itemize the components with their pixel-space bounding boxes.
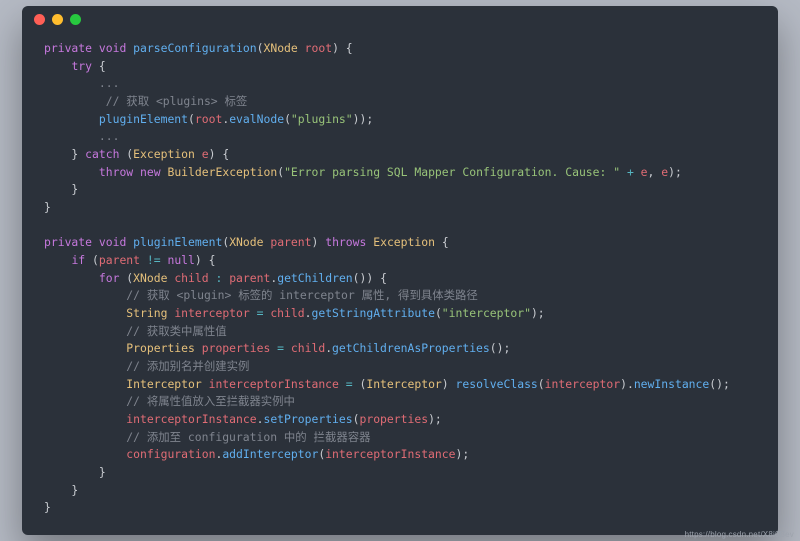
comment-plugin-attr: // 获取 <plugin> 标签的 interceptor 属性, 得到具体类… [126,288,478,302]
str-plugins: "plugins" [291,112,353,126]
op-ne: != [147,253,161,267]
kw-throw: throw [99,165,133,179]
comment-add-config: // 添加至 configuration 中的 拦截器容器 [126,430,370,444]
op-eq1: = [257,306,264,320]
kw-try: try [71,59,92,73]
fn-getStringAttribute: getStringAttribute [311,306,434,320]
param-root2: root [195,112,222,126]
fn-pluginElement: pluginElement [133,235,222,249]
op-eq3: = [346,377,353,391]
var-interceptorInstance: interceptorInstance [209,377,339,391]
kw-catch: catch [85,147,119,161]
param-parent: parent [270,235,311,249]
ellipsis2: ... [99,129,120,143]
kw-if: if [71,253,85,267]
fn-pluginElement-call: pluginElement [99,112,188,126]
comment-alias: // 添加别名并创建实例 [126,359,249,373]
param-child3: child [291,341,325,355]
zoom-icon[interactable] [70,14,81,25]
param-root: root [305,41,332,55]
param-parent3: parent [229,271,270,285]
param-properties2: properties [359,412,428,426]
minimize-icon[interactable] [52,14,63,25]
kw-for: for [99,271,120,285]
titlebar [22,6,778,34]
param-parent2: parent [99,253,140,267]
kw-new: new [140,165,161,179]
kw-private: private [44,41,92,55]
var-interceptorInstance2: interceptorInstance [126,412,256,426]
type-XNode: XNode [263,41,297,55]
kw-throws: throws [325,235,366,249]
kw-void2: void [99,235,126,249]
param-e: e [202,147,209,161]
param-interceptor2: interceptor [545,377,620,391]
var-configuration: configuration [126,447,215,461]
param-child: child [174,271,208,285]
var-interceptor: interceptor [174,306,249,320]
type-Exception2: Exception [373,235,435,249]
fn-resolveClass: resolveClass [456,377,538,391]
type-Properties: Properties [126,341,195,355]
code-area: private void parseConfiguration(XNode ro… [22,34,778,535]
fn-parseConfiguration: parseConfiguration [133,41,256,55]
type-XNode3: XNode [133,271,167,285]
kw-private2: private [44,235,92,249]
comment-set-props: // 将属性值放入至拦截器实例中 [126,394,295,408]
ellipsis: ... [99,76,120,90]
op-colon: : [215,271,222,285]
param-e2: e [641,165,648,179]
fn-getChildren: getChildren [277,271,352,285]
str-error: "Error parsing SQL Mapper Configuration.… [284,165,620,179]
param-child2: child [270,306,304,320]
type-Interceptor: Interceptor [126,377,201,391]
param-e3: e [661,165,668,179]
watermark: https://blog.csdn.net/X8i0Bev [685,530,794,539]
fn-newInstance: newInstance [634,377,709,391]
fn-getChildrenAsProperties: getChildrenAsProperties [332,341,490,355]
param-interceptorInstance3: interceptorInstance [325,447,455,461]
close-icon[interactable] [34,14,45,25]
kw-null: null [167,253,194,267]
comment-plugins: // 获取 <plugins> 标签 [106,94,248,108]
fn-evalNode: evalNode [229,112,284,126]
str-interceptor: "interceptor" [442,306,531,320]
fn-addInterceptor: addInterceptor [222,447,318,461]
type-Exception: Exception [133,147,195,161]
type-XNode2: XNode [229,235,263,249]
comment-get-props: // 获取类中属性值 [126,324,226,338]
op-plus: + [627,165,634,179]
type-String: String [126,306,167,320]
op-eq2: = [277,341,284,355]
type-BuilderException: BuilderException [167,165,277,179]
code-window: private void parseConfiguration(XNode ro… [22,6,778,535]
fn-setProperties: setProperties [263,412,352,426]
type-Interceptor2: Interceptor [366,377,441,391]
kw-void: void [99,41,126,55]
var-properties: properties [202,341,271,355]
